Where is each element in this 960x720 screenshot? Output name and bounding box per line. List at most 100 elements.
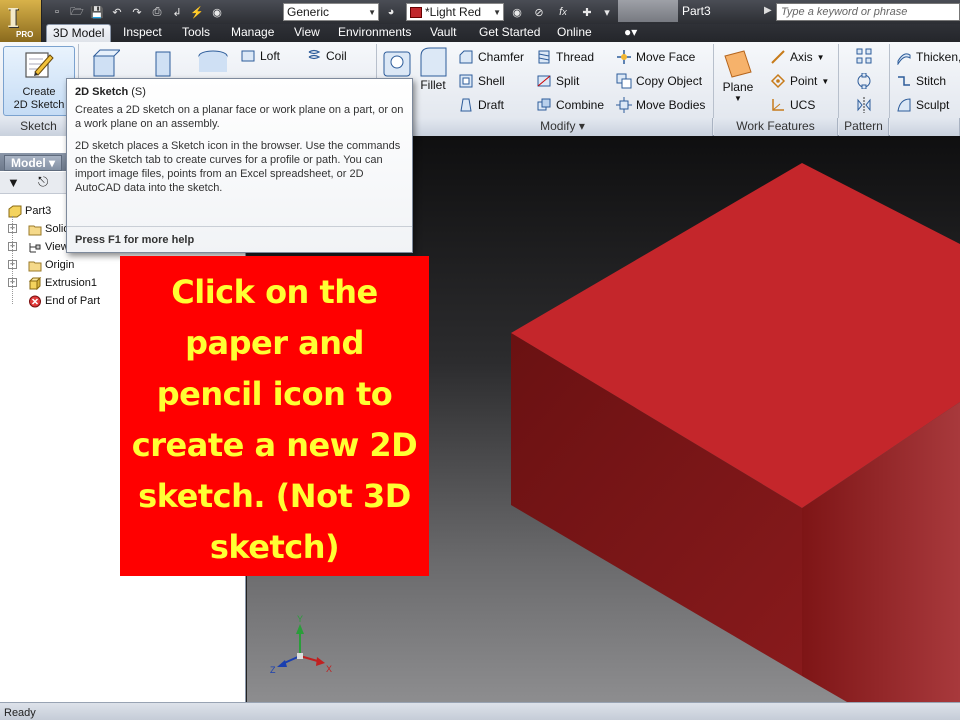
coil-label: Coil: [326, 49, 347, 63]
tab-view[interactable]: View: [288, 24, 326, 42]
function-icon[interactable]: fx: [554, 4, 572, 20]
adjust-appearance-icon[interactable]: ◉: [508, 4, 526, 20]
color-wheel-icon[interactable]: ◕: [382, 4, 400, 20]
stitch-label: Stitch: [916, 74, 947, 88]
appearance-value: *Light Red: [425, 5, 482, 19]
ucs-icon: [772, 99, 784, 111]
move-bodies-button[interactable]: Move Bodies: [616, 97, 705, 113]
sweep-button[interactable]: [196, 48, 230, 80]
tree-label: End of Part: [45, 295, 101, 307]
coil-button[interactable]: Coil: [306, 48, 347, 64]
y-axis-label: Y: [297, 614, 303, 624]
tree-item-extrusion1[interactable]: Extrusion1: [28, 275, 97, 291]
shell-button[interactable]: Shell: [458, 73, 505, 89]
copy-object-button[interactable]: Copy Object: [616, 73, 702, 89]
clear-appearance-icon[interactable]: ⊘: [530, 4, 548, 20]
help-search-input[interactable]: Type a keyword or phrase: [776, 3, 960, 21]
x-axis-label: X: [326, 664, 332, 674]
return-icon[interactable]: ↲: [168, 4, 186, 20]
combine-button[interactable]: Combine: [536, 97, 604, 113]
tree-item-solid-bodies[interactable]: Solid: [28, 221, 69, 237]
stitch-button[interactable]: Stitch: [896, 73, 946, 89]
print-icon[interactable]: ⎙: [148, 4, 166, 20]
model-tab-label: Model: [11, 156, 46, 170]
create-2d-sketch-button[interactable]: Create 2D Sketch: [3, 46, 75, 116]
tab-tools[interactable]: Tools: [176, 24, 216, 42]
chamfer-button[interactable]: Chamfer: [458, 49, 524, 65]
status-bar: Ready: [0, 702, 960, 720]
fillet-label: Fillet: [420, 78, 446, 92]
thread-button[interactable]: Thread: [536, 49, 594, 65]
draft-button[interactable]: Draft: [458, 97, 504, 113]
thicken-icon: [897, 53, 911, 65]
modify-panel-label[interactable]: Modify ▾: [413, 118, 713, 136]
hole-button[interactable]: [382, 48, 412, 80]
part-icon: [8, 205, 22, 217]
extrude-button[interactable]: [90, 48, 120, 80]
tab-inspect[interactable]: Inspect: [117, 24, 168, 42]
circular-pattern-button[interactable]: [856, 73, 876, 89]
new-icon[interactable]: ▫: [48, 4, 66, 20]
video-options-icon[interactable]: ●▾: [618, 24, 643, 42]
point-button[interactable]: Point ▼: [770, 73, 829, 89]
create-sketch-label-1: Create: [22, 86, 56, 98]
title-bar-fragment: [618, 0, 678, 22]
material-select[interactable]: Generic ▼: [283, 3, 379, 21]
instruction-callout: Click on the paper and pencil icon to cr…: [120, 256, 429, 576]
split-button[interactable]: Split: [536, 73, 579, 89]
thread-label: Thread: [556, 50, 595, 64]
folder-icon: [28, 261, 42, 271]
sculpt-icon: [897, 98, 911, 112]
revolve-button[interactable]: [150, 48, 180, 80]
redo-icon[interactable]: ↷: [128, 4, 146, 20]
open-icon[interactable]: 🗁: [68, 4, 86, 20]
tab-manage[interactable]: Manage: [225, 24, 280, 42]
tab-online[interactable]: Online: [551, 24, 598, 42]
customize-arrow-icon[interactable]: ▾: [598, 4, 616, 20]
tab-3d-model[interactable]: 3D Model: [46, 24, 112, 42]
search-expand-icon[interactable]: ▶: [764, 5, 772, 16]
undo-icon[interactable]: ↶: [108, 4, 126, 20]
fillet-button[interactable]: Fillet: [418, 46, 448, 92]
2d-sketch-tooltip: 2D Sketch (S) Creates a 2D sketch on a p…: [66, 78, 413, 253]
tree-item-origin[interactable]: Origin: [28, 257, 74, 273]
model-tab[interactable]: Model ▾: [4, 155, 63, 171]
callout-line: pencil icon to: [156, 375, 393, 413]
tree-item-view[interactable]: View: [28, 239, 69, 255]
axis-button[interactable]: Axis ▼: [770, 49, 825, 65]
plane-icon: [724, 50, 752, 78]
sculpt-label: Sculpt: [916, 98, 950, 112]
filter-icon[interactable]: ▼: [7, 175, 20, 190]
find-binoculars-icon[interactable]: ⎋: [38, 174, 48, 190]
select-icon[interactable]: ◉: [208, 4, 226, 20]
surface-panel-label: [890, 118, 960, 136]
rectangular-pattern-button[interactable]: [856, 48, 876, 64]
move-face-button[interactable]: Move Face: [616, 49, 695, 65]
appearance-select[interactable]: *Light Red ▼: [406, 3, 504, 21]
sculpt-button[interactable]: Sculpt: [896, 97, 949, 113]
save-icon[interactable]: 💾: [88, 4, 106, 20]
qat-icon-group: ▫ 🗁 💾 ↶ ↷ ⎙ ↲ ⚡ ◉: [48, 4, 226, 20]
tab-vault[interactable]: Vault: [424, 24, 462, 42]
loft-button[interactable]: Loft: [240, 48, 280, 64]
split-label: Split: [556, 74, 580, 88]
update-icon[interactable]: ⚡: [188, 4, 206, 20]
mirror-button[interactable]: [856, 97, 876, 113]
tab-get-started[interactable]: Get Started: [473, 24, 546, 42]
chevron-down-icon: ▾: [49, 156, 56, 170]
extrude-icon: [92, 49, 120, 77]
plane-button[interactable]: Plane ▼: [722, 48, 754, 103]
pattern-panel-label: Pattern: [839, 118, 889, 136]
application-menu-button[interactable]: I PRO: [0, 0, 42, 42]
tree-item-end-of-part[interactable]: End of Part: [28, 293, 100, 309]
ucs-button[interactable]: UCS: [770, 97, 815, 113]
tree-item-part3[interactable]: Part3: [8, 203, 51, 219]
plus-icon[interactable]: ✚: [578, 4, 596, 20]
panel-divider: [713, 44, 714, 118]
thicken-button[interactable]: Thicken,: [896, 49, 960, 65]
callout-line: paper and: [185, 324, 364, 362]
tab-environments[interactable]: Environments: [332, 24, 417, 42]
callout-line: sketch): [209, 528, 340, 566]
axis-label: Axis: [790, 50, 813, 64]
folder-icon: [28, 225, 42, 235]
